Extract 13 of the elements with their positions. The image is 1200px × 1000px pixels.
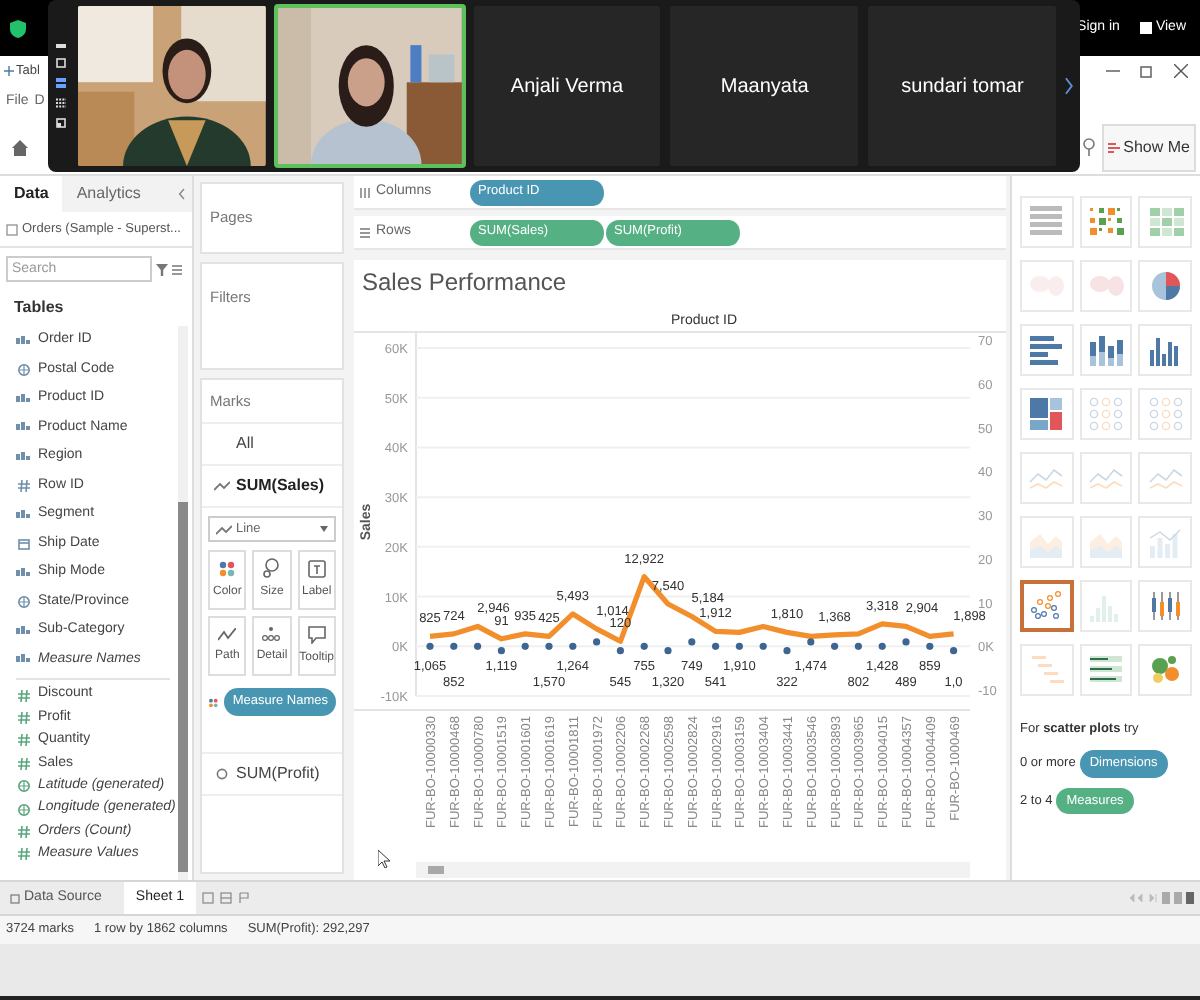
participant-name: sundari tomar [901,73,1024,101]
marks-layer[interactable]: SUM(Sales) [202,466,342,509]
sheet-title: Sales Performance [360,266,569,300]
layer-label: All [236,432,254,457]
section-heading: Tables [12,296,66,320]
participant-name: Maanyata [720,73,809,101]
layer-label: SUM(Profit) [236,762,320,786]
marks-layer[interactable]: All [202,424,342,467]
show-me-button[interactable]: Show Me [1101,123,1196,171]
participant-name: Anjali Verma [510,73,624,101]
pane-tab[interactable]: Analytics [62,176,155,212]
marks-layer[interactable]: SUM(Profit) [202,754,342,796]
layer-label: SUM(Sales) [236,474,325,499]
